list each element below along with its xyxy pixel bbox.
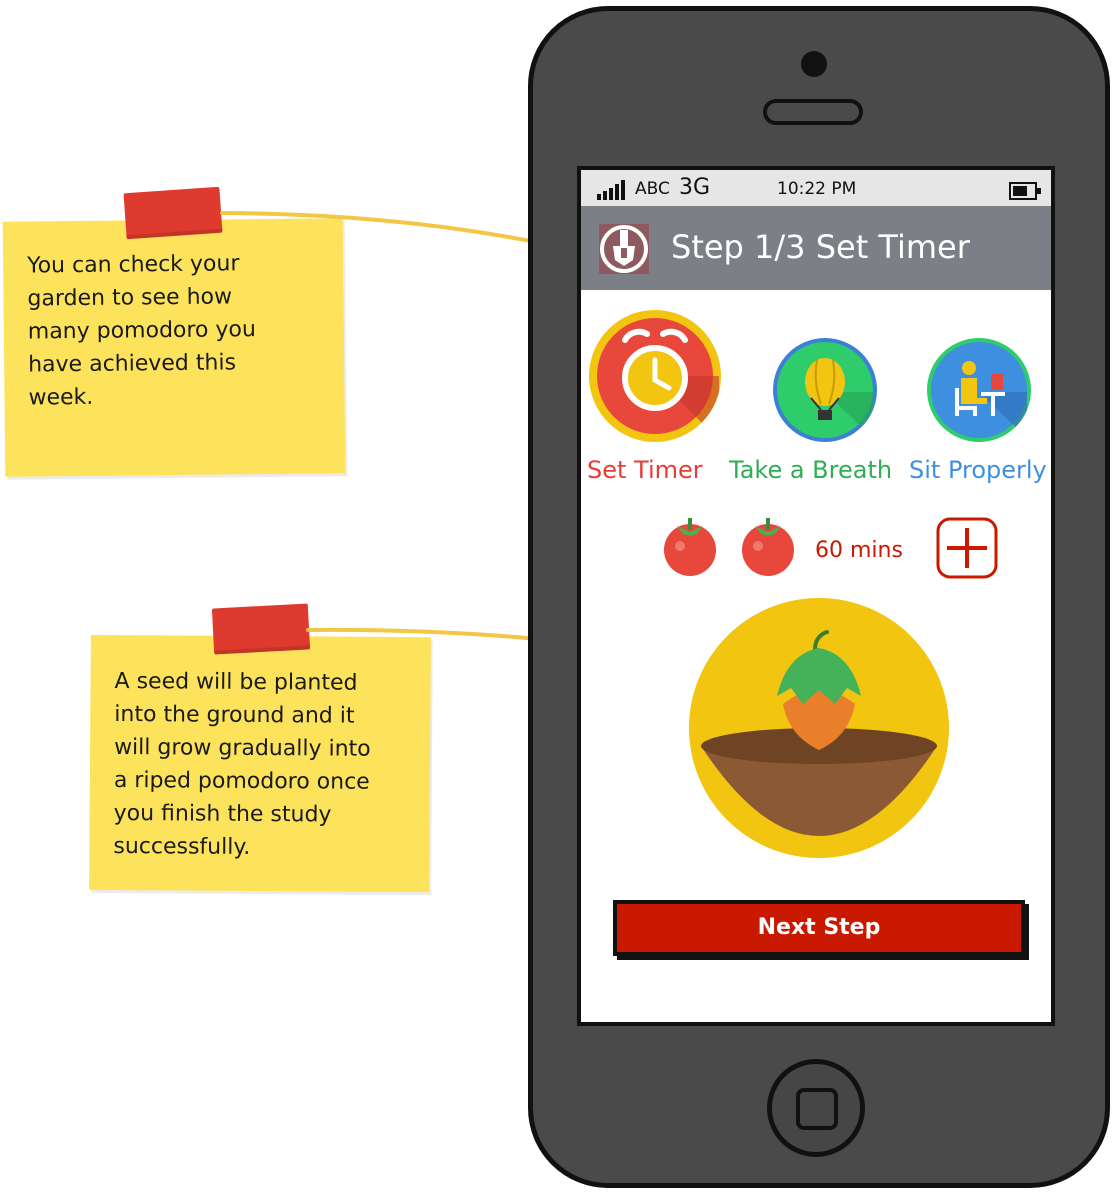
- plus-icon[interactable]: [935, 516, 999, 580]
- phone-screen: ABC 3G 10:22 PM Step 1/3 Set Timer Set T…: [577, 166, 1055, 1026]
- tomato-icon: [664, 518, 716, 576]
- signal-icon: [597, 180, 625, 200]
- header-bar: Step 1/3 Set Timer: [581, 206, 1051, 290]
- network-label: 3G: [679, 175, 711, 200]
- seed-sprout-icon: [689, 598, 949, 858]
- status-time: 10:22 PM: [777, 179, 857, 199]
- alarm-clock-icon: [597, 318, 719, 440]
- step-take-breath-label: Take a Breath: [729, 456, 893, 484]
- home-button[interactable]: [767, 1059, 865, 1157]
- carrier-label: ABC: [635, 179, 670, 199]
- battery-icon: [1009, 182, 1041, 200]
- next-step-button[interactable]: Next Step: [613, 900, 1025, 956]
- step-sit-properly-label: Sit Properly: [909, 456, 1047, 484]
- shovel-icon[interactable]: [599, 224, 649, 274]
- home-square-icon: [796, 1088, 838, 1130]
- duration-label: 60 mins: [815, 538, 903, 563]
- step-set-timer-label: Set Timer: [587, 456, 703, 484]
- step-sit-properly-button[interactable]: [927, 338, 1031, 442]
- page-title: Step 1/3 Set Timer: [671, 228, 970, 266]
- step-take-breath-button[interactable]: [773, 338, 877, 442]
- tomato-icon: [742, 518, 794, 576]
- speaker-icon: [763, 99, 863, 125]
- person-sitting-icon: [931, 342, 1027, 438]
- status-bar: ABC 3G 10:22 PM: [581, 170, 1051, 206]
- step-set-timer-button[interactable]: [589, 310, 721, 442]
- hot-air-balloon-icon: [777, 342, 873, 438]
- camera-icon: [801, 51, 827, 77]
